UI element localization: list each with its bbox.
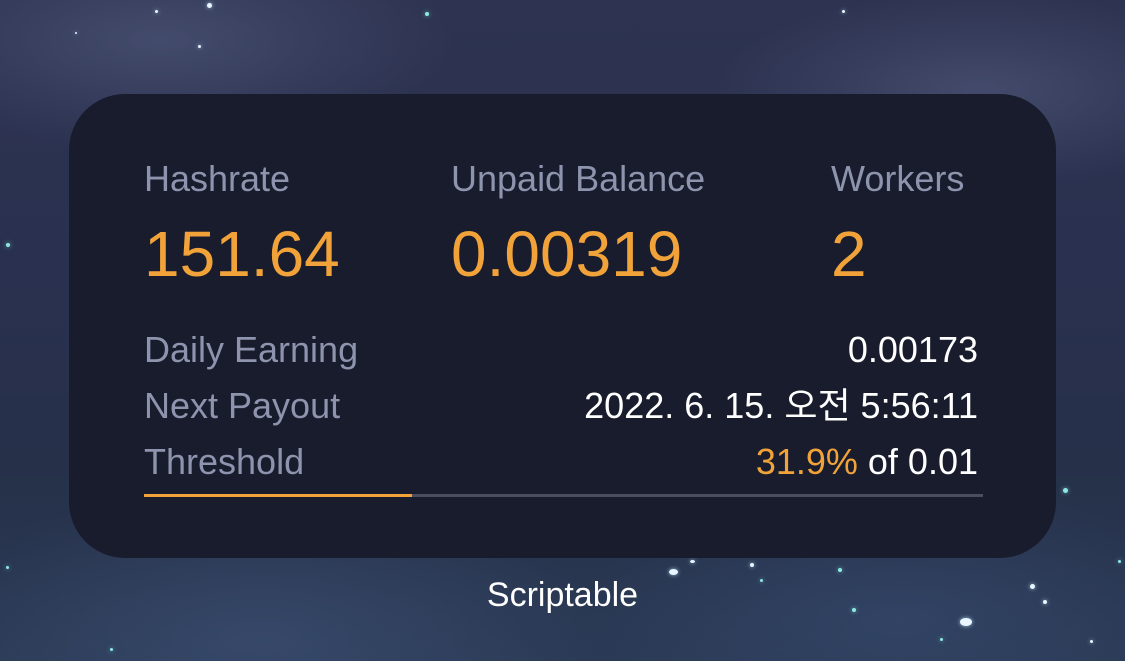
threshold-suffix: of 0.01	[857, 441, 978, 482]
star	[198, 45, 201, 48]
unpaid-balance-label: Unpaid Balance	[451, 158, 706, 199]
star	[1090, 640, 1093, 643]
star	[750, 563, 754, 567]
hashrate-stat: Hashrate 151.64	[144, 157, 340, 292]
star	[110, 648, 113, 651]
daily-earning-value: 0.00173	[847, 329, 978, 370]
threshold-value: 31.9% of 0.01	[756, 440, 978, 484]
star	[6, 566, 9, 569]
star	[1118, 560, 1121, 563]
star	[75, 32, 77, 34]
next-payout-label: Next Payout	[144, 385, 341, 426]
daily-earning-row: Daily Earning 0.00173	[144, 328, 978, 372]
workers-value: 2	[831, 218, 867, 290]
unpaid-balance-value: 0.00319	[451, 218, 683, 290]
star	[155, 10, 158, 13]
star	[842, 10, 845, 13]
threshold-percent: 31.9%	[755, 441, 858, 482]
star	[425, 12, 429, 16]
star	[690, 560, 695, 563]
star	[960, 618, 972, 626]
hashrate-value: 151.64	[144, 218, 340, 290]
next-payout-row: Next Payout 2022. 6. 15. 오전 5:56:11	[144, 384, 978, 428]
star	[838, 568, 842, 572]
next-payout-value: 2022. 6. 15. 오전 5:56:11	[584, 385, 978, 426]
workers-label: Workers	[831, 158, 965, 199]
workers-stat: Workers 2	[831, 157, 964, 292]
unpaid-balance-stat: Unpaid Balance 0.00319	[451, 157, 705, 292]
star	[1063, 488, 1068, 493]
star	[940, 638, 943, 641]
threshold-progress-fill	[144, 494, 412, 497]
star	[207, 3, 212, 8]
star	[6, 243, 10, 247]
app-name-label: Scriptable	[486, 576, 639, 614]
threshold-progress-bar	[144, 494, 983, 497]
mining-stats-widget[interactable]: Hashrate 151.64 Unpaid Balance 0.00319 W…	[69, 94, 1056, 558]
threshold-label: Threshold	[144, 441, 305, 482]
hashrate-label: Hashrate	[144, 158, 291, 199]
threshold-row: Threshold 31.9% of 0.01	[144, 440, 978, 484]
daily-earning-label: Daily Earning	[144, 329, 359, 370]
